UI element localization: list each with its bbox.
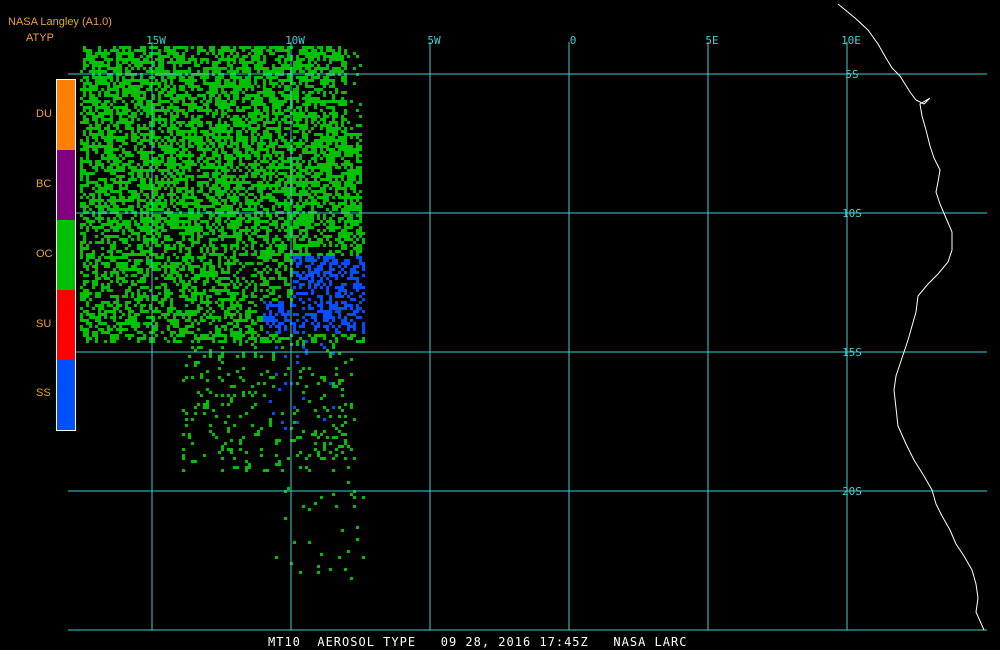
latitude-label: 5S xyxy=(845,68,858,81)
legend-label-oc: OC xyxy=(36,248,53,260)
longitude-label: 15W xyxy=(146,34,166,47)
legend-label-ss: SS xyxy=(36,387,51,399)
legend-swatch-su xyxy=(57,290,75,360)
legend-swatch-bc xyxy=(57,150,75,220)
longitude-label: 10W xyxy=(285,34,305,47)
longitude-label: 0 xyxy=(570,34,577,47)
latitude-label: 15S xyxy=(842,346,862,359)
longitude-label: 5W xyxy=(427,34,441,47)
legend-swatch-oc xyxy=(57,220,75,290)
longitude-label: 10E xyxy=(841,34,861,47)
aerosol-type-layer xyxy=(80,46,365,580)
aerosol-map: 15W 10W 5W 0 5E 10E 5S 10S 15S 20S xyxy=(68,3,987,631)
legend-label-bc: BC xyxy=(36,178,52,190)
legend-label-du: DU xyxy=(36,108,52,120)
latitude-label: 20S xyxy=(842,485,862,498)
legend-swatch-du xyxy=(57,80,75,150)
legend-swatch-ss xyxy=(57,360,75,430)
latitude-label: 10S xyxy=(842,207,862,220)
aerosol-type-legend xyxy=(56,79,76,431)
legend-label-su: SU xyxy=(36,318,52,330)
footer-caption: MT10 AEROSOL TYPE 09 28, 2016 17:45Z NAS… xyxy=(268,635,688,649)
longitude-label: 5E xyxy=(705,34,718,47)
coastline xyxy=(837,3,985,631)
